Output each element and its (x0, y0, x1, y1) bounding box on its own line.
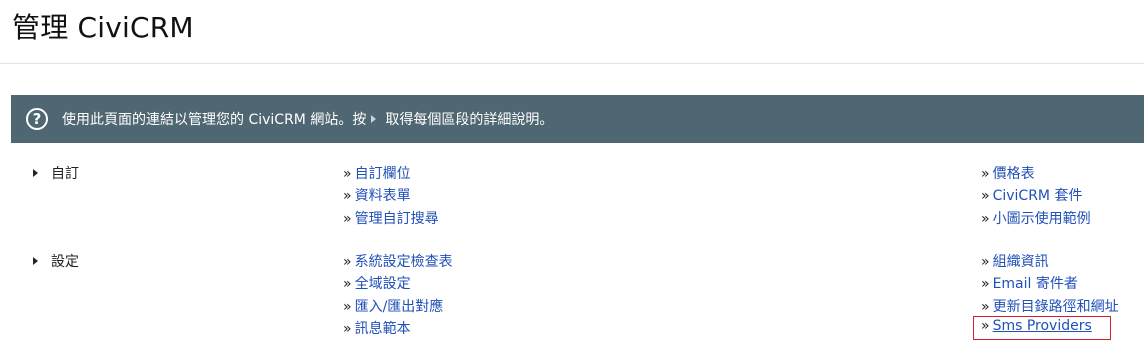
list-item: » 組織資訊 (981, 254, 1049, 270)
list-item: » 資料表單 (343, 188, 411, 205)
custom-fields-link[interactable]: 自訂欄位 (355, 166, 411, 182)
organization-info-link[interactable]: 組織資訊 (993, 254, 1049, 270)
triangle-right-icon (33, 257, 38, 265)
link-list-middle: » 自訂欄位 » 資料表單 » 管理自訂搜尋 (343, 163, 439, 230)
list-item: » 更新目錄路徑和網址 (981, 298, 1119, 315)
question-circle-icon: ? (26, 108, 48, 130)
triangle-right-icon (371, 115, 377, 123)
civicrm-extensions-link[interactable]: CiviCRM 套件 (993, 188, 1083, 204)
title-divider (0, 63, 1144, 64)
update-directory-urls-link[interactable]: 更新目錄路徑和網址 (993, 299, 1119, 315)
help-bar: ? 使用此頁面的連結以管理您的 CiviCRM 網站。按 取得每個區段的詳細說明… (11, 95, 1144, 143)
section-toggle-customize[interactable]: 自訂 (33, 163, 79, 183)
help-text-after: 取得每個區段的詳細說明。 (385, 112, 554, 128)
global-settings-link[interactable]: 全域設定 (355, 276, 411, 292)
list-item: » 全域設定 (343, 276, 411, 293)
custom-searches-link[interactable]: 管理自訂搜尋 (355, 211, 439, 227)
page-title: 管理 CiviCRM (12, 11, 194, 44)
section-toggle-settings[interactable]: 設定 (33, 251, 79, 271)
price-sets-link[interactable]: 價格表 (993, 166, 1035, 182)
list-item: » 小圖示使用範例 (981, 210, 1091, 227)
link-list-right: » 價格表 » CiviCRM 套件 » 小圖示使用範例 (981, 163, 1091, 230)
list-item: » 管理自訂搜尋 (343, 210, 439, 227)
section-label: 自訂 (51, 166, 79, 182)
list-item: » 價格表 (981, 166, 1035, 182)
list-item: » CiviCRM 套件 (981, 188, 1083, 205)
message-templates-link[interactable]: 訊息範本 (355, 321, 411, 337)
list-item: » 匯入/匯出對應 (343, 298, 444, 315)
list-item: » 訊息範本 (343, 320, 411, 337)
highlight-box (973, 316, 1111, 340)
list-item: » Email 寄件者 (981, 276, 1078, 293)
list-item: » 系統設定檢查表 (343, 254, 453, 270)
widget-examples-link[interactable]: 小圖示使用範例 (993, 211, 1091, 227)
link-list-middle: » 系統設定檢查表 » 全域設定 » 匯入/匯出對應 » 訊息範本 (343, 251, 453, 340)
section-label: 設定 (51, 254, 79, 270)
profiles-link[interactable]: 資料表單 (355, 188, 411, 204)
triangle-right-icon (33, 169, 38, 177)
list-item: » 自訂欄位 (343, 166, 411, 182)
system-checklist-link[interactable]: 系統設定檢查表 (355, 254, 453, 270)
email-from-addresses-link[interactable]: Email 寄件者 (993, 276, 1078, 292)
import-export-mappings-link[interactable]: 匯入/匯出對應 (355, 299, 444, 315)
help-text-before: 使用此頁面的連結以管理您的 CiviCRM 網站。按 (62, 112, 367, 128)
